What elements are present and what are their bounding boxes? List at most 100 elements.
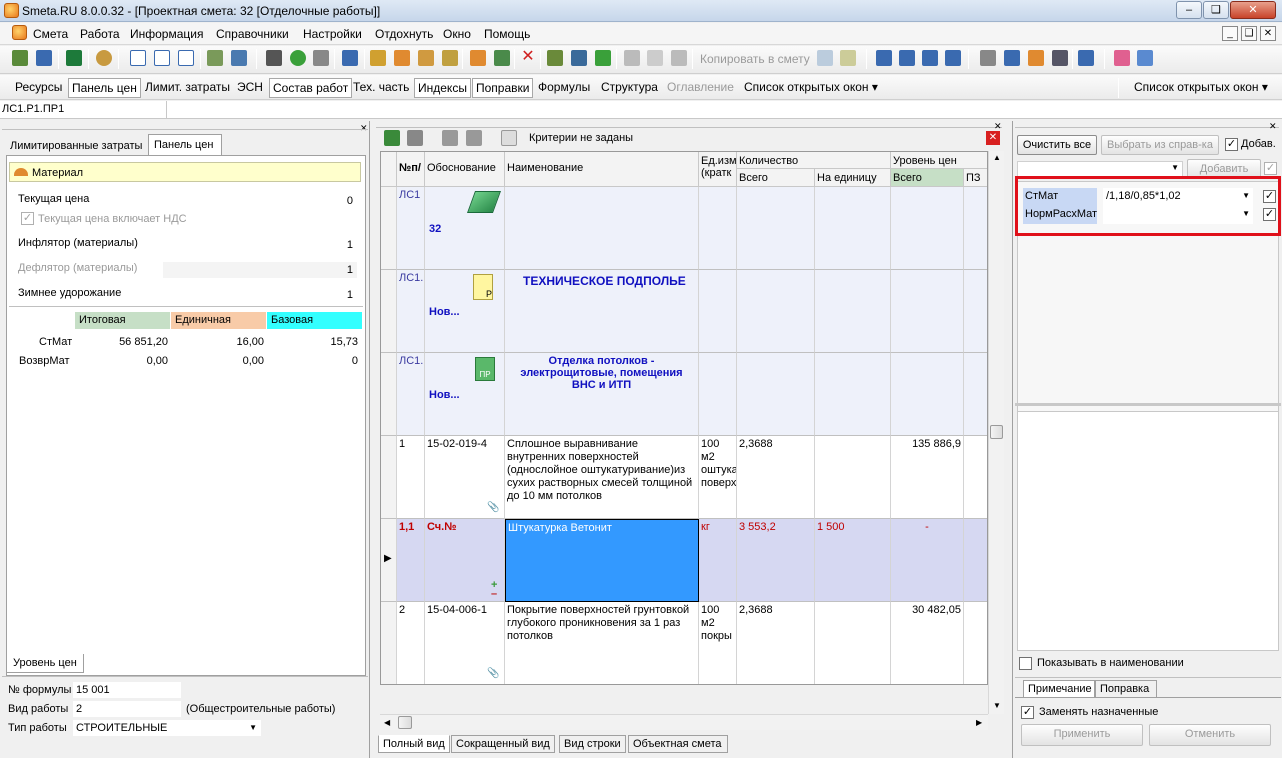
row-basis[interactable]: Сч.№ + –	[425, 519, 505, 602]
row-name[interactable]: Отделка потолков - электрощитовые, помещ…	[505, 353, 699, 436]
row-unit[interactable]: 100 м2 оштука поверх	[699, 436, 737, 519]
material-icon[interactable]	[394, 50, 410, 66]
row-pz[interactable]	[964, 187, 987, 270]
truck-icon[interactable]	[1004, 50, 1020, 66]
row-name[interactable]	[505, 187, 699, 270]
header-num[interactable]: №п/	[397, 152, 425, 187]
header-qty[interactable]: Количество	[737, 152, 891, 169]
tab-sostav-rabot[interactable]: Состав работ	[269, 78, 353, 98]
row-total[interactable]	[891, 270, 964, 353]
menu-informatsiya[interactable]: Информация	[130, 27, 203, 41]
move-down-icon[interactable]	[571, 50, 587, 66]
row-unit[interactable]: кг	[699, 519, 737, 602]
row-unit[interactable]	[699, 187, 737, 270]
row-pz[interactable]	[964, 436, 987, 519]
row-num[interactable]: 1,1	[397, 519, 425, 602]
pile-icon[interactable]	[1028, 50, 1044, 66]
row-qty[interactable]: 2,3688	[737, 436, 815, 519]
menu-otdokhnut[interactable]: Отдохнуть	[375, 27, 433, 41]
row-pz[interactable]	[964, 270, 987, 353]
minimize-button[interactable]: –	[1176, 1, 1202, 19]
tab-price-panel[interactable]: Панель цен	[148, 134, 222, 156]
row-unit[interactable]	[699, 270, 737, 353]
row-total[interactable]: 30 482,05	[891, 602, 964, 684]
row-name-selected-cell[interactable]: Штукатурка Ветонит	[505, 519, 699, 602]
move-up-icon[interactable]	[547, 50, 563, 66]
tab-row-view[interactable]: Вид строки	[559, 735, 626, 753]
apply-button[interactable]: Применить	[1021, 724, 1143, 746]
row-name[interactable]: Сплошное выравнивание внутренних поверхн…	[505, 436, 699, 519]
paste-icon[interactable]	[671, 50, 687, 66]
tree-insert-icon[interactable]	[36, 50, 52, 66]
header-qty-total[interactable]: Всего	[737, 169, 815, 187]
bulb-icon[interactable]	[442, 50, 458, 66]
row-qty-unit[interactable]	[815, 602, 891, 684]
row-basis[interactable]: 32	[425, 187, 505, 270]
row-qty[interactable]	[737, 270, 815, 353]
row-unit[interactable]: 100 м2 покры	[699, 602, 737, 684]
row-total[interactable]: 135 886,9	[891, 436, 964, 519]
row-unit[interactable]	[699, 353, 737, 436]
menu-rabota[interactable]: Работа	[80, 27, 120, 41]
menu-smeta[interactable]: Смета	[33, 27, 68, 41]
header-price-level[interactable]: Уровень цен	[891, 152, 987, 169]
winter-field[interactable]: 1	[163, 287, 357, 303]
formula-no-field[interactable]: 15 001	[73, 682, 181, 698]
open-windows-menu[interactable]: Список открытых окон ▾	[1131, 78, 1271, 98]
row-num[interactable]: ЛС1.	[397, 353, 425, 436]
mdi-restore-button[interactable]: ❑	[1241, 26, 1257, 41]
close-criteria-icon[interactable]: ✕	[986, 131, 1000, 145]
mdi-close-button[interactable]: ✕	[1260, 26, 1276, 41]
header-pl-total[interactable]: Всего	[891, 169, 964, 187]
row-qty-unit[interactable]	[815, 353, 891, 436]
header-basis[interactable]: Обоснование	[425, 152, 505, 187]
clear-all-button[interactable]: Очистить все	[1017, 135, 1097, 155]
tab-panel-tsen[interactable]: Панель цен	[68, 78, 141, 98]
vat-checkbox[interactable]: ✓	[21, 212, 34, 225]
copy-to-estimate-button[interactable]: Копировать в смету	[700, 52, 810, 66]
show-in-name-checkbox[interactable]	[1019, 657, 1032, 670]
tab-price-level[interactable]: Уровень цен	[6, 654, 84, 673]
books-icon[interactable]	[1114, 50, 1130, 66]
pr-icon[interactable]	[178, 50, 194, 66]
tab-formuly[interactable]: Формулы	[535, 78, 593, 98]
splitter[interactable]	[1015, 403, 1281, 406]
arrow-up-icon[interactable]	[595, 50, 611, 66]
tab-full-view[interactable]: Полный вид	[378, 735, 450, 753]
layers-icon[interactable]	[1137, 50, 1153, 66]
tab-popravki[interactable]: Поправки	[472, 78, 534, 98]
row-pz[interactable]	[964, 519, 987, 602]
row-basis[interactable]: ПР Нов...	[425, 353, 505, 436]
row-qty[interactable]: 3 553,2	[737, 519, 815, 602]
replace-assigned-checkbox[interactable]: ✓	[1021, 706, 1034, 719]
expand-all-icon[interactable]	[384, 130, 400, 146]
close-button[interactable]: ✕	[1230, 1, 1276, 19]
machine-icon[interactable]	[418, 50, 434, 66]
row-stmat-baz[interactable]: 15,73	[267, 334, 362, 350]
row-qty-unit[interactable]	[815, 270, 891, 353]
scroll-down-icon[interactable]: ▼	[993, 701, 1001, 710]
menu-nastroyki[interactable]: Настройки	[303, 27, 362, 41]
excel-icon[interactable]	[66, 50, 82, 66]
correction-select[interactable]: ▼	[1017, 161, 1183, 177]
row-name[interactable]: ТЕХНИЧЕСКОЕ ПОДПОЛЬЕ	[505, 270, 699, 353]
cancel-button[interactable]: Отменить	[1149, 724, 1271, 746]
tree-edit-icon[interactable]	[231, 50, 247, 66]
ls-icon[interactable]	[130, 50, 146, 66]
right-panel-pin-icon[interactable]: ✕	[1269, 121, 1277, 132]
header-name[interactable]: Наименование	[505, 152, 699, 187]
row-vozvrmat-baz[interactable]: 0	[267, 353, 362, 369]
delete-icon[interactable]: ✕	[520, 49, 536, 66]
note-text-area[interactable]	[1017, 411, 1279, 651]
tab-limited-costs[interactable]: Лимитированные затраты	[10, 140, 142, 152]
clipboard-icon[interactable]	[840, 50, 856, 66]
tree-add-icon[interactable]	[12, 50, 28, 66]
inflator-field[interactable]: 1	[163, 237, 357, 253]
wand-icon[interactable]	[370, 50, 386, 66]
copy-icon[interactable]	[647, 50, 663, 66]
row-basis[interactable]: 15-04-006-1 📎	[425, 602, 505, 684]
worker-icon[interactable]	[494, 50, 510, 66]
menu-pomoshch[interactable]: Помощь	[484, 27, 530, 41]
tab-tekh-chast[interactable]: Тех. часть	[350, 78, 412, 98]
row-qty[interactable]: 2,3688	[737, 602, 815, 684]
